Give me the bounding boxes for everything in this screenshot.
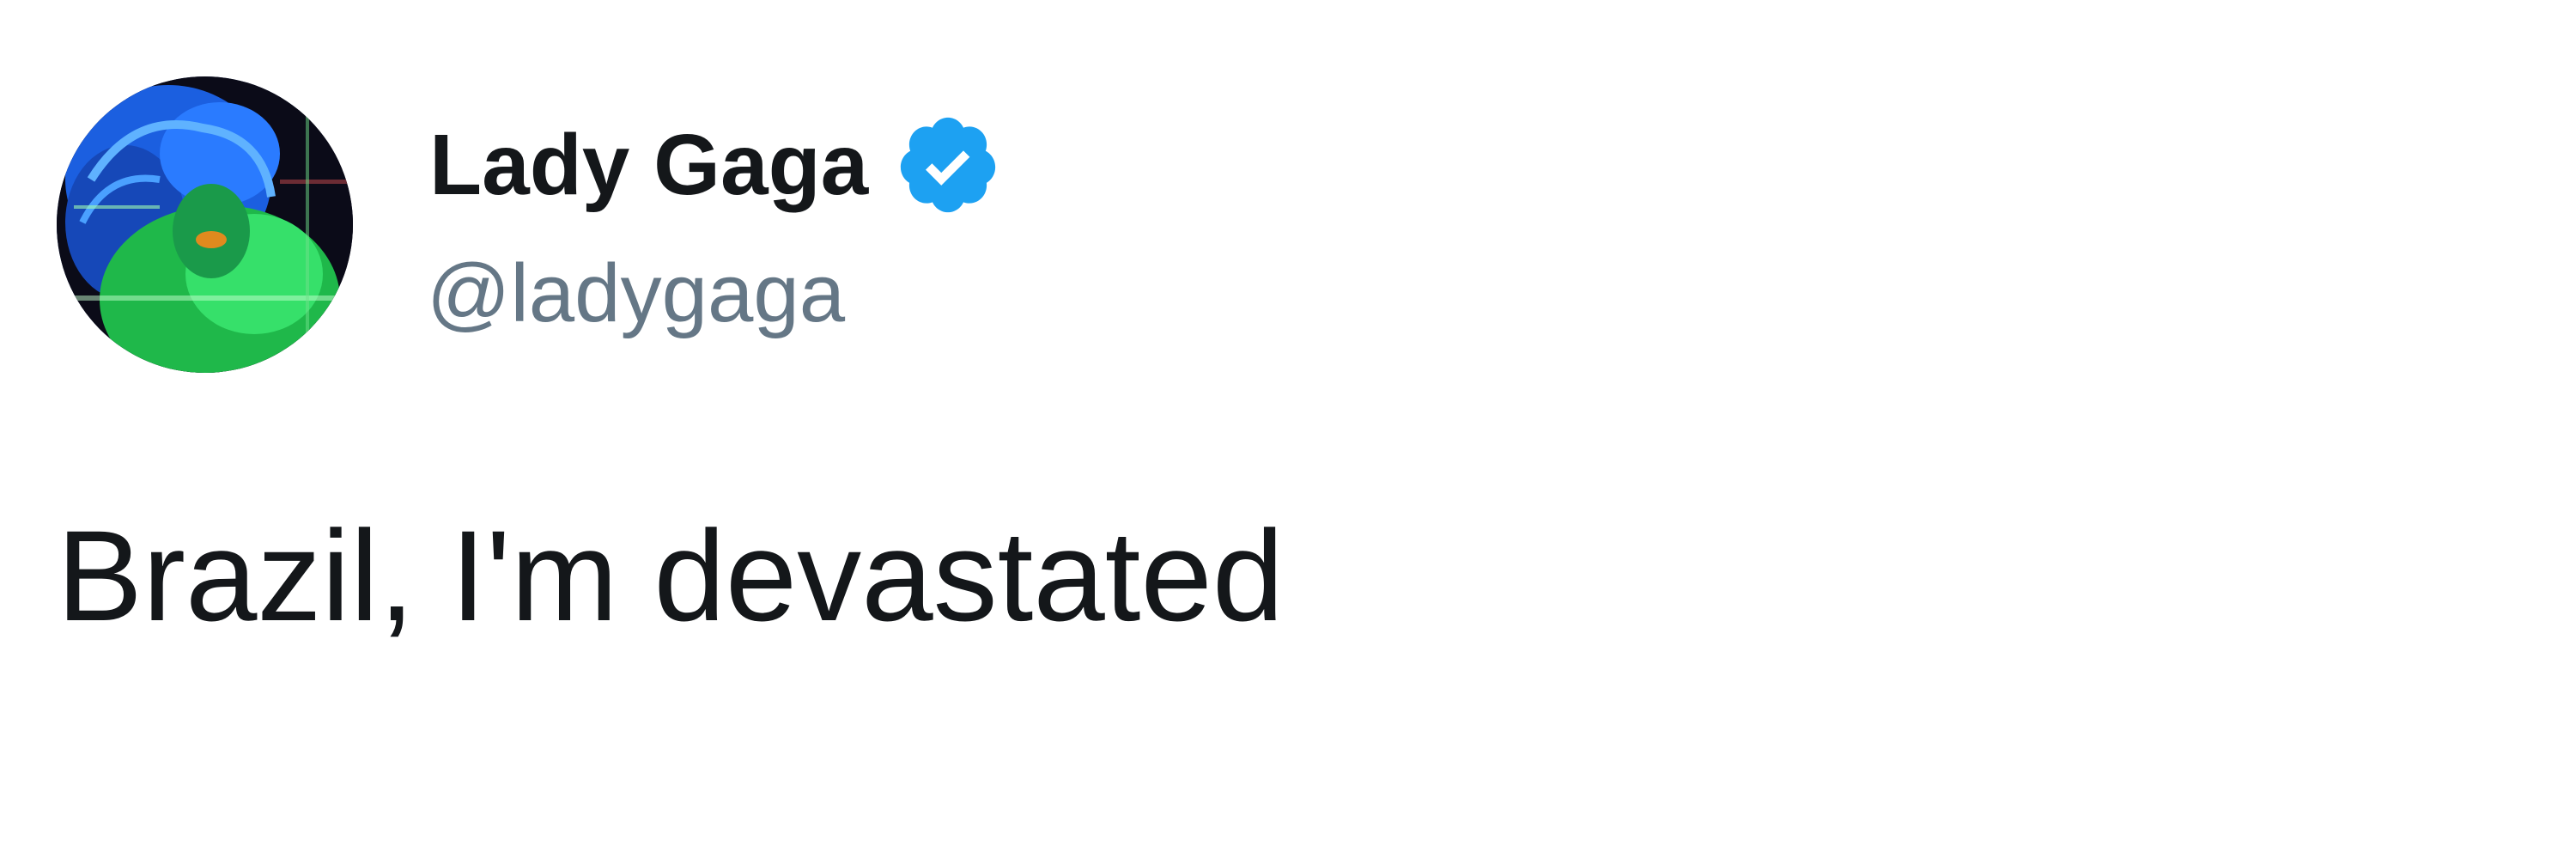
avatar[interactable]: [57, 76, 353, 373]
tweet-card: Lady Gaga @ladygaga Brazil, I'm devastat…: [0, 0, 2576, 859]
tweet-text: Brazil, I'm devastated: [57, 503, 1285, 648]
verified-badge-icon: [901, 117, 996, 213]
avatar-portrait-icon: [57, 76, 353, 373]
author-display-name[interactable]: Lady Gaga: [429, 113, 868, 216]
author-name-row: Lady Gaga: [429, 113, 1002, 216]
author-handle[interactable]: @ladygaga: [427, 242, 845, 345]
